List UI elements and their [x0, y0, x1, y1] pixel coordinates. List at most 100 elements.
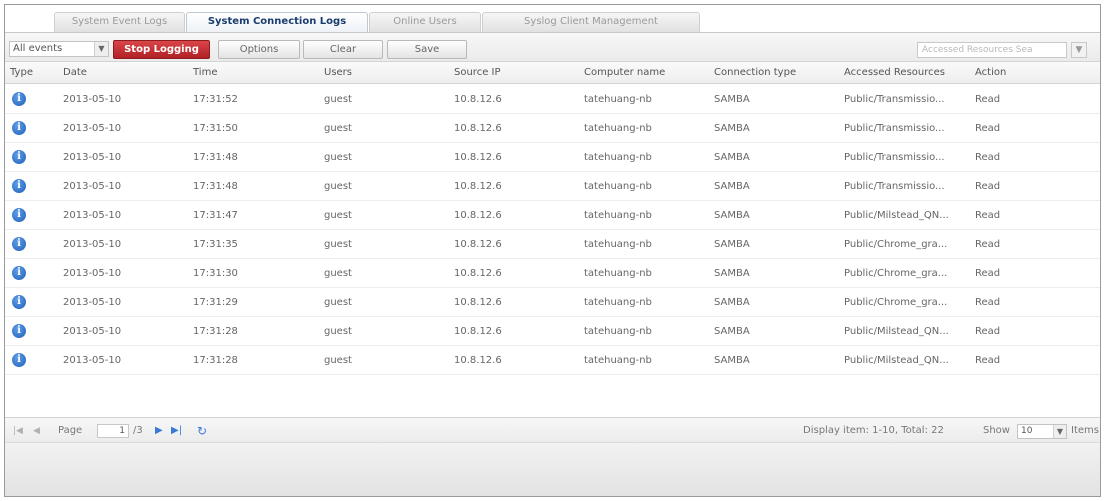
cell-user: guest — [324, 123, 352, 134]
page-total: /3 — [133, 425, 143, 436]
cell-date: 2013-05-10 — [63, 297, 122, 308]
column-header-action[interactable]: Action — [975, 62, 1006, 84]
cell-user: guest — [324, 268, 352, 279]
tab-online-users[interactable]: Online Users — [369, 12, 481, 32]
window-footer — [5, 443, 1100, 496]
cell-accessed-resource: Public/Chrome_gra... — [844, 297, 948, 308]
tab-syslog-client-management[interactable]: Syslog Client Management — [482, 12, 700, 32]
display-summary: Display item: 1-10, Total: 22 — [803, 425, 944, 436]
first-page-icon[interactable]: |◀ — [13, 418, 23, 444]
options-button[interactable]: Options — [218, 40, 300, 59]
cell-user: guest — [324, 355, 352, 366]
previous-page-icon[interactable]: ◀ — [33, 418, 40, 444]
table-row[interactable]: i 2013-05-10 17:31:29 guest 10.8.12.6 ta… — [5, 288, 1100, 317]
table-row[interactable]: i 2013-05-10 17:31:30 guest 10.8.12.6 ta… — [5, 259, 1100, 288]
cell-time: 17:31:48 — [193, 152, 238, 163]
cell-action: Read — [975, 297, 1001, 308]
grid-header: Type Date Time Users Source IP Computer … — [5, 62, 1100, 84]
column-header-time[interactable]: Time — [193, 62, 217, 84]
table-row[interactable]: i 2013-05-10 17:31:28 guest 10.8.12.6 ta… — [5, 317, 1100, 346]
column-header-connection-type[interactable]: Connection type — [714, 62, 796, 84]
cell-connection-type: SAMBA — [714, 326, 750, 337]
info-icon: i — [12, 237, 26, 251]
cell-user: guest — [324, 94, 352, 105]
column-header-computer-name[interactable]: Computer name — [584, 62, 665, 84]
cell-connection-type: SAMBA — [714, 94, 750, 105]
chevron-down-icon[interactable]: ▼ — [94, 42, 108, 56]
cell-time: 17:31:47 — [193, 210, 238, 221]
search-options-icon[interactable]: ▼ — [1071, 42, 1087, 58]
cell-action: Read — [975, 152, 1001, 163]
cell-computer-name: tatehuang-nb — [584, 152, 652, 163]
column-header-source-ip[interactable]: Source IP — [454, 62, 501, 84]
column-header-type[interactable]: Type — [10, 62, 33, 84]
column-header-date[interactable]: Date — [63, 62, 87, 84]
table-row[interactable]: i 2013-05-10 17:31:28 guest 10.8.12.6 ta… — [5, 346, 1100, 375]
cell-user: guest — [324, 210, 352, 221]
cell-computer-name: tatehuang-nb — [584, 94, 652, 105]
tab-system-connection-logs[interactable]: System Connection Logs — [186, 12, 368, 32]
page-number-input[interactable]: 1 — [97, 424, 129, 438]
cell-date: 2013-05-10 — [63, 355, 122, 366]
save-button[interactable]: Save — [387, 40, 467, 59]
cell-accessed-resource: Public/Transmissio... — [844, 123, 945, 134]
toolbar: All events ▼ Stop Logging Options Clear … — [5, 32, 1100, 62]
cell-source-ip: 10.8.12.6 — [454, 355, 502, 366]
info-icon: i — [12, 266, 26, 280]
cell-source-ip: 10.8.12.6 — [454, 94, 502, 105]
cell-computer-name: tatehuang-nb — [584, 181, 652, 192]
pagination-bar: |◀ ◀ Page 1 /3 ▶ ▶| ↻ Display item: 1-10… — [5, 417, 1100, 443]
table-row[interactable]: i 2013-05-10 17:31:48 guest 10.8.12.6 ta… — [5, 172, 1100, 201]
column-header-accessed-resources[interactable]: Accessed Resources — [844, 62, 974, 84]
event-filter-select[interactable]: All events ▼ — [9, 41, 109, 57]
info-icon: i — [12, 92, 26, 106]
cell-date: 2013-05-10 — [63, 181, 122, 192]
cell-time: 17:31:28 — [193, 355, 238, 366]
stop-logging-button[interactable]: Stop Logging — [113, 40, 210, 59]
cell-accessed-resource: Public/Transmissio... — [844, 152, 945, 163]
table-row[interactable]: i 2013-05-10 17:31:35 guest 10.8.12.6 ta… — [5, 230, 1100, 259]
cell-connection-type: SAMBA — [714, 181, 750, 192]
cell-accessed-resource: Public/Transmissio... — [844, 94, 945, 105]
clear-button[interactable]: Clear — [303, 40, 383, 59]
cell-accessed-resource: Public/Transmissio... — [844, 181, 945, 192]
refresh-icon[interactable]: ↻ — [197, 418, 207, 444]
cell-user: guest — [324, 326, 352, 337]
tab-system-event-logs[interactable]: System Event Logs — [54, 12, 185, 32]
page-label: Page — [58, 425, 83, 436]
info-icon: i — [12, 295, 26, 309]
cell-time: 17:31:28 — [193, 326, 238, 337]
cell-date: 2013-05-10 — [63, 239, 122, 250]
cell-connection-type: SAMBA — [714, 239, 750, 250]
cell-connection-type: SAMBA — [714, 123, 750, 134]
column-header-users[interactable]: Users — [324, 62, 352, 84]
search-input[interactable]: Accessed Resources Sea — [917, 42, 1067, 58]
table-row[interactable]: i 2013-05-10 17:31:48 guest 10.8.12.6 ta… — [5, 143, 1100, 172]
chevron-down-icon[interactable]: ▼ — [1053, 425, 1066, 438]
info-icon: i — [12, 150, 26, 164]
page-size-select[interactable]: 10 ▼ — [1017, 424, 1067, 439]
next-page-icon[interactable]: ▶ — [155, 418, 163, 444]
cell-connection-type: SAMBA — [714, 297, 750, 308]
cell-date: 2013-05-10 — [63, 210, 122, 221]
cell-time: 17:31:50 — [193, 123, 238, 134]
cell-computer-name: tatehuang-nb — [584, 355, 652, 366]
cell-action: Read — [975, 268, 1001, 279]
table-row[interactable]: i 2013-05-10 17:31:50 guest 10.8.12.6 ta… — [5, 114, 1100, 143]
cell-computer-name: tatehuang-nb — [584, 268, 652, 279]
cell-connection-type: SAMBA — [714, 152, 750, 163]
cell-computer-name: tatehuang-nb — [584, 123, 652, 134]
cell-time: 17:31:48 — [193, 181, 238, 192]
cell-action: Read — [975, 326, 1001, 337]
table-row[interactable]: i 2013-05-10 17:31:52 guest 10.8.12.6 ta… — [5, 85, 1100, 114]
cell-action: Read — [975, 239, 1001, 250]
cell-accessed-resource: Public/Milstead_QN... — [844, 326, 949, 337]
cell-time: 17:31:29 — [193, 297, 238, 308]
cell-accessed-resource: Public/Chrome_gra... — [844, 239, 948, 250]
cell-user: guest — [324, 152, 352, 163]
table-row[interactable]: i 2013-05-10 17:31:47 guest 10.8.12.6 ta… — [5, 201, 1100, 230]
cell-action: Read — [975, 123, 1001, 134]
cell-time: 17:31:52 — [193, 94, 238, 105]
last-page-icon[interactable]: ▶| — [171, 418, 182, 444]
cell-source-ip: 10.8.12.6 — [454, 123, 502, 134]
